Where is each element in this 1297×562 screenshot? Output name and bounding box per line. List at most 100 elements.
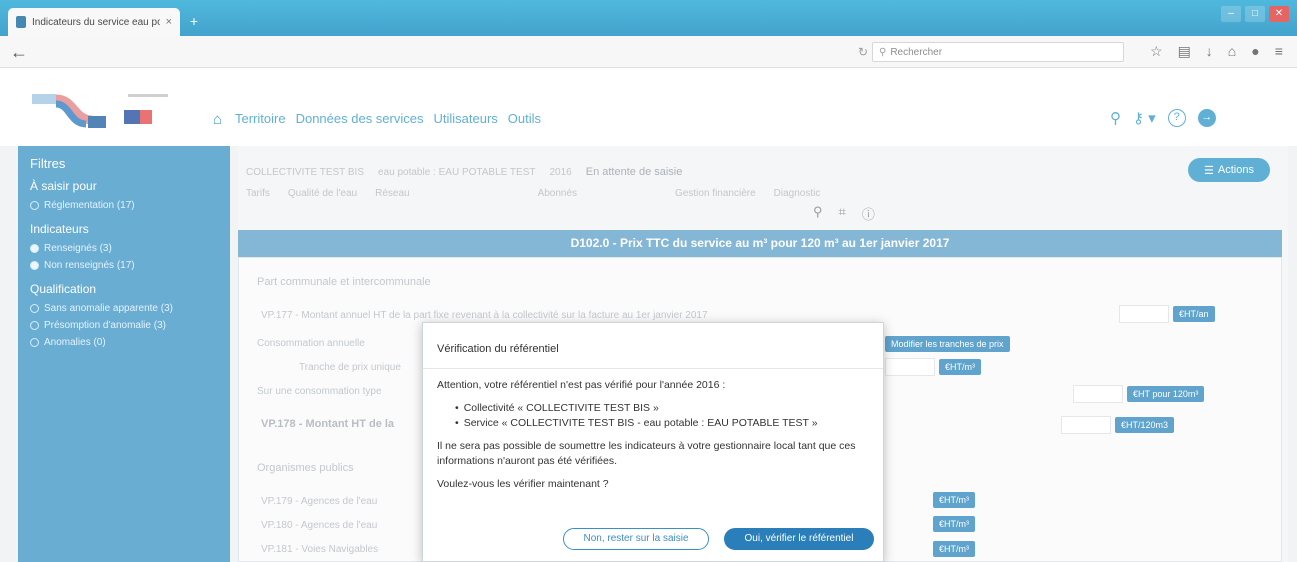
- help-icon[interactable]: ?: [1167, 109, 1186, 127]
- tab-gestion-financiere[interactable]: Gestion financière: [675, 188, 756, 199]
- sidebar-section-indicateurs: Indicateurs: [30, 222, 89, 236]
- header-tools: ⚲ ⚷ ▾ ? →: [1110, 109, 1216, 127]
- vp177-input[interactable]: [1119, 305, 1169, 323]
- actions-label: Actions: [1217, 164, 1254, 176]
- tab-tarifs[interactable]: Tarifs: [246, 188, 270, 199]
- new-tab-button[interactable]: +: [185, 13, 203, 29]
- logo: [30, 88, 190, 136]
- sidebar-item-renseignes[interactable]: Renseignés (3): [30, 240, 218, 257]
- actions-button[interactable]: ☰ Actions: [1188, 158, 1270, 182]
- radio-icon: [30, 321, 39, 330]
- app-header: [0, 68, 1297, 146]
- sidebar-item-label: Anomalies (0): [44, 337, 106, 348]
- row-vp178: VP.178 - Montant HT de la: [261, 418, 395, 430]
- chat-icon[interactable]: ●: [1251, 43, 1259, 60]
- section-title: Organismes publics: [257, 462, 354, 474]
- user-icon[interactable]: ⚷ ▾: [1133, 109, 1156, 127]
- sidebar-item-sans-anomalie[interactable]: Sans anomalie apparente (3): [30, 300, 218, 317]
- browser-tab[interactable]: Indicateurs du service eau pota... ×: [8, 8, 180, 36]
- radio-icon: [30, 304, 39, 313]
- magnifier-icon[interactable]: ⚲: [813, 204, 823, 223]
- search-icon[interactable]: ⚲: [1110, 109, 1121, 127]
- home-icon[interactable]: ⌂: [213, 111, 222, 128]
- filter-service[interactable]: eau potable : EAU POTABLE TEST: [378, 167, 536, 178]
- unit-label: €HT pour 120m³: [1127, 386, 1205, 402]
- bookmarks-list-icon[interactable]: ▤: [1178, 43, 1191, 60]
- chart-icon[interactable]: ⌗: [839, 204, 846, 223]
- sidebar-item-presomption[interactable]: Présomption d'anomalie (3): [30, 317, 218, 334]
- sidebar-item-non-renseignes[interactable]: Non renseignés (17): [30, 257, 218, 274]
- sidebar-item-label: Présomption d'anomalie (3): [44, 320, 166, 331]
- search-icon: ⚲: [879, 46, 887, 58]
- tab-close-icon[interactable]: ×: [166, 16, 172, 28]
- section-title: Part communale et intercommunale: [257, 276, 431, 288]
- modify-tranches-button[interactable]: Modifier les tranches de prix: [885, 336, 1010, 352]
- list-item: Collectivité « COLLECTIVITE TEST BIS »: [455, 401, 877, 416]
- unit-label: €HT/m³: [933, 541, 975, 557]
- menu-icon[interactable]: ≡: [1275, 43, 1283, 60]
- unit-label: €HT/m³: [933, 516, 975, 532]
- row-tranche: Tranche de prix unique: [299, 362, 401, 373]
- radio-icon: [30, 201, 39, 210]
- nav-outils[interactable]: Outils: [508, 111, 541, 126]
- home-browser-icon[interactable]: ⌂: [1228, 43, 1236, 60]
- stay-button[interactable]: Non, rester sur la saisie: [563, 528, 709, 550]
- tab-qualite-eau[interactable]: Qualité de l'eau: [288, 188, 357, 199]
- row-vp180: VP.180 - Agences de l'eau: [261, 520, 378, 531]
- modal-list: Collectivité « COLLECTIVITE TEST BIS » S…: [455, 401, 877, 431]
- list-item: Service « COLLECTIVITE TEST BIS - eau po…: [455, 416, 877, 431]
- sidebar-title: Filtres: [30, 156, 66, 171]
- modal-warning: Il ne sera pas possible de soumettre les…: [437, 440, 856, 467]
- sidebar-item-label: Non renseignés (17): [44, 260, 135, 271]
- filter-year[interactable]: 2016: [550, 167, 572, 178]
- filter-collectivite[interactable]: COLLECTIVITE TEST BIS: [246, 167, 364, 178]
- tab-reseau[interactable]: Réseau: [375, 188, 409, 199]
- main-nav: Territoire Données des services Utilisat…: [235, 111, 541, 126]
- filters-sidebar: Filtres À saisir pour Réglementation (17…: [18, 146, 230, 562]
- download-icon[interactable]: ↓: [1206, 43, 1213, 60]
- tab-diagnostic[interactable]: Diagnostic: [774, 188, 821, 199]
- tab-abonnes[interactable]: Abonnés: [538, 188, 577, 199]
- nav-utilisateurs[interactable]: Utilisateurs: [433, 111, 497, 126]
- window-controls: – □ ✕: [1221, 6, 1289, 22]
- sidebar-section-a-saisir: À saisir pour: [30, 179, 97, 193]
- unit-label: €HT/120m3: [1115, 417, 1175, 433]
- nav-donnees-services[interactable]: Données des services: [296, 111, 424, 126]
- reload-icon[interactable]: ↻: [858, 45, 868, 59]
- back-arrow-icon[interactable]: ←: [10, 42, 28, 63]
- verify-button[interactable]: Oui, vérifier le référentiel: [724, 528, 874, 550]
- row-consommation-type: Sur une consommation type: [257, 386, 382, 397]
- radio-icon: [30, 338, 39, 347]
- search-input[interactable]: [890, 46, 1101, 58]
- modal-body: Attention, votre référentiel n'est pas v…: [437, 378, 877, 492]
- list-icon: ☰: [1204, 164, 1214, 177]
- status-badge: En attente de saisie: [585, 166, 683, 178]
- sidebar-item-reglementation[interactable]: Réglementation (17): [30, 197, 218, 214]
- row-vp179: VP.179 - Agences de l'eau: [261, 496, 378, 507]
- favicon-icon: [16, 16, 26, 28]
- verification-modal: Vérification du référentiel Attention, v…: [422, 322, 884, 562]
- browser-toolbar-icons: ☆ ▤ ↓ ⌂ ● ≡: [1150, 43, 1283, 60]
- tranche-input[interactable]: [885, 358, 935, 376]
- info-icon[interactable]: ⓘ: [862, 204, 875, 223]
- row-vp177: VP.177 - Montant annuel HT de la part fi…: [261, 310, 708, 321]
- modal-divider: [423, 368, 883, 369]
- browser-search-box[interactable]: ⚲: [872, 42, 1124, 62]
- modal-title: Vérification du référentiel: [437, 343, 559, 355]
- close-window-icon[interactable]: ✕: [1269, 6, 1289, 22]
- sidebar-item-label: Sans anomalie apparente (3): [44, 303, 173, 314]
- unit-label: €HT/m³: [933, 492, 975, 508]
- bookmark-star-icon[interactable]: ☆: [1150, 43, 1163, 60]
- nav-territoire[interactable]: Territoire: [235, 111, 286, 126]
- minimize-icon[interactable]: –: [1221, 6, 1241, 22]
- unit-label: €HT/an: [1173, 306, 1215, 322]
- modal-question: Voulez-vous les vérifier maintenant ?: [437, 478, 609, 490]
- logout-icon[interactable]: →: [1197, 109, 1216, 127]
- consommation-type-input[interactable]: [1073, 385, 1123, 403]
- filter-bar: COLLECTIVITE TEST BIS eau potable : EAU …: [238, 152, 1188, 222]
- radio-checked-icon: [30, 244, 39, 253]
- vp178-input[interactable]: [1061, 416, 1111, 434]
- maximize-icon[interactable]: □: [1245, 6, 1265, 22]
- sidebar-item-anomalies[interactable]: Anomalies (0): [30, 334, 218, 351]
- indicator-tabs: Tarifs Qualité de l'eau Réseau Abonnés G…: [246, 188, 820, 199]
